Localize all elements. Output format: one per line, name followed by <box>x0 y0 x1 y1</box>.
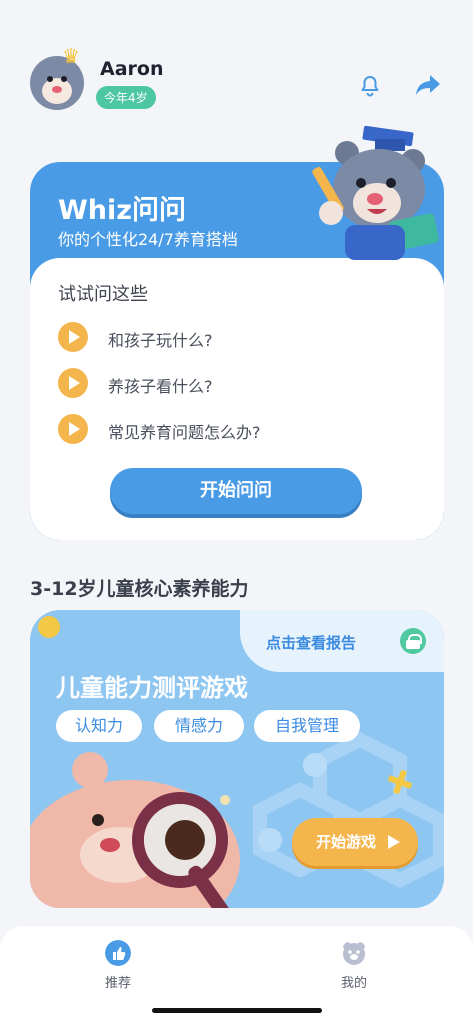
home-indicator <box>152 1008 322 1013</box>
section-title: 3-12岁儿童核心素养能力 <box>30 578 249 600</box>
scholar-bear-mascot <box>312 125 439 260</box>
question-text: 常见养育问题怎么办? <box>108 423 261 442</box>
question-item[interactable]: 和孩子玩什么? <box>58 322 388 352</box>
avatar-nose <box>52 86 62 93</box>
nav-item-recommend[interactable]: 推荐 <box>88 940 148 991</box>
play-icon <box>58 368 88 398</box>
bell-icon[interactable] <box>358 74 382 98</box>
start-game-button[interactable]: 开始游戏 <box>292 818 418 866</box>
whiz-subtitle: 你的个性化24/7养育搭档 <box>58 230 238 249</box>
start-ask-button[interactable]: 开始问问 <box>110 468 362 514</box>
whiz-question-panel: 试试问这些 和孩子玩什么? 养孩子看什么? 常见养育问题怎么办? 开始问问 <box>30 258 444 540</box>
play-icon <box>58 322 88 352</box>
whiz-title: Whiz问问 <box>58 195 186 226</box>
crown-icon: ♛ <box>62 44 80 68</box>
skill-chip[interactable]: 认知力 <box>56 710 142 742</box>
report-link: 点击查看报告 <box>266 634 357 652</box>
nav-label: 我的 <box>340 976 367 991</box>
report-tab[interactable]: 点击查看报告 <box>240 610 444 672</box>
try-title: 试试问这些 <box>58 284 148 305</box>
question-text: 和孩子玩什么? <box>108 331 213 350</box>
avatar-eye <box>61 76 67 82</box>
share-icon[interactable] <box>414 72 442 98</box>
question-item[interactable]: 常见养育问题怎么办? <box>58 414 388 444</box>
thumbs-up-icon <box>105 940 131 966</box>
avatar-eye <box>47 76 53 82</box>
skill-chip[interactable]: 情感力 <box>154 710 244 742</box>
skill-chip[interactable]: 自我管理 <box>254 710 360 742</box>
nav-item-mine[interactable]: 我的 <box>324 940 384 991</box>
question-text: 养孩子看什么? <box>108 377 213 396</box>
nav-label: 推荐 <box>104 976 131 991</box>
profile-header: ♛ Aaron 今年4岁 <box>0 0 473 130</box>
username: Aaron <box>100 58 164 80</box>
eval-title: 儿童能力测评游戏 <box>56 674 248 702</box>
lock-icon <box>400 628 426 654</box>
bear-face-icon <box>343 942 365 965</box>
play-icon <box>58 414 88 444</box>
evaluation-game-card[interactable]: 点击查看报告 儿童能力测评游戏 认知力 情感力 自我管理 开始游戏 <box>30 610 444 908</box>
question-item[interactable]: 养孩子看什么? <box>58 368 388 398</box>
age-badge: 今年4岁 <box>96 86 156 109</box>
